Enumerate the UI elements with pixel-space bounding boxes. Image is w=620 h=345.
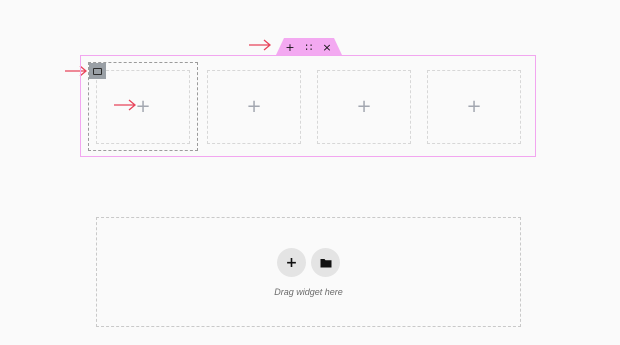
delete-section-icon[interactable]: ×	[319, 39, 335, 55]
column-handle-icon[interactable]	[89, 63, 106, 79]
annotation-arrow-section-handle	[249, 39, 272, 51]
section-handle[interactable]: + ∷ ×	[276, 38, 342, 55]
column-1-add-widget[interactable]: +	[96, 70, 190, 144]
column-handle-glyph	[93, 67, 102, 75]
drag-section-icon[interactable]: ∷	[301, 39, 317, 55]
folder-icon	[320, 258, 331, 267]
add-widget-icon: +	[356, 96, 372, 117]
add-widget-icon: +	[135, 96, 151, 117]
column-2-add-widget[interactable]: +	[207, 70, 301, 144]
plus-icon: +	[285, 254, 298, 271]
drag-widget-label: Drag widget here	[274, 287, 343, 297]
add-widget-icon: +	[466, 96, 482, 117]
add-new-section-button[interactable]: +	[277, 248, 306, 277]
column-4-add-widget[interactable]: +	[427, 70, 521, 144]
column-3-add-widget[interactable]: +	[317, 70, 411, 144]
add-widget-icon: +	[246, 96, 262, 117]
empty-drop-zone[interactable]	[96, 217, 521, 327]
add-template-button[interactable]	[311, 248, 340, 277]
add-section-icon[interactable]: +	[282, 39, 298, 55]
